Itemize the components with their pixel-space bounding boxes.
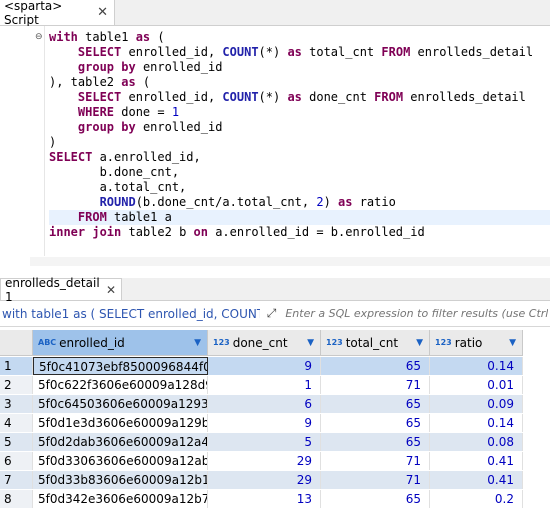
close-icon[interactable]: ✕ <box>97 5 108 20</box>
text-type-icon: ABC <box>38 338 57 347</box>
table-row[interactable]: 2 5f0c622f3606e60009a128d9 1 71 0.01 <box>0 376 523 394</box>
sql-line[interactable]: FROM table1 a <box>49 210 550 225</box>
sql-line[interactable]: b.done_cnt, <box>49 165 550 180</box>
sql-line[interactable]: inner join table2 b on a.enrolled_id = b… <box>49 225 550 240</box>
cell-total-cnt[interactable]: 71 <box>321 471 430 489</box>
cell-total-cnt[interactable]: 65 <box>321 490 430 508</box>
column-label: done_cnt <box>232 335 288 350</box>
cell-done-cnt[interactable]: 29 <box>208 452 321 470</box>
cell-ratio[interactable]: 0.41 <box>430 452 523 470</box>
editor-tabbar: <sparta> Script ✕ <box>0 0 550 27</box>
sql-editor[interactable]: ⊖ with table1 as ( SELECT enrolled_id, C… <box>0 26 550 266</box>
cell-ratio[interactable]: 0.41 <box>430 471 523 489</box>
close-icon[interactable]: ✕ <box>106 283 116 297</box>
sort-icon[interactable]: ▼ <box>509 338 516 348</box>
cell-total-cnt[interactable]: 65 <box>321 395 430 413</box>
script-tab[interactable]: <sparta> Script ✕ <box>0 0 115 27</box>
sort-icon[interactable]: ▼ <box>416 338 423 348</box>
editor-horizontal-scrollbar[interactable] <box>30 257 550 266</box>
sql-line[interactable]: WHERE done = 1 <box>49 105 550 120</box>
fold-toggle-icon[interactable]: ⊖ <box>35 32 43 42</box>
column-header-ratio[interactable]: 123 ratio ▼ <box>430 330 523 356</box>
row-number[interactable]: 7 <box>0 471 33 489</box>
sort-icon[interactable]: ▼ <box>194 338 201 348</box>
cell-enrolled-id[interactable]: 5f0c64503606e60009a1293c <box>33 395 208 413</box>
cell-done-cnt[interactable]: 13 <box>208 490 321 508</box>
table-row[interactable]: 3 5f0c64503606e60009a1293c 6 65 0.09 <box>0 395 523 413</box>
table-row[interactable]: 7 5f0d33b83606e60009a12b1a 29 71 0.41 <box>0 471 523 489</box>
table-row[interactable]: 1 5f0c41073ebf8500096844f0 9 65 0.14 <box>0 357 523 375</box>
number-type-icon: 123 <box>435 338 452 347</box>
cell-done-cnt[interactable]: 1 <box>208 376 321 394</box>
table-row[interactable]: 5 5f0d2dab3606e60009a12a40 5 65 0.08 <box>0 433 523 451</box>
number-type-icon: 123 <box>326 338 343 347</box>
cell-ratio[interactable]: 0.14 <box>430 414 523 432</box>
row-number[interactable]: 3 <box>0 395 33 413</box>
editor-gutter <box>0 26 30 266</box>
grid-corner[interactable] <box>0 330 33 356</box>
column-label: ratio <box>454 335 483 350</box>
sql-line[interactable]: a.total_cnt, <box>49 180 550 195</box>
cell-done-cnt[interactable]: 9 <box>208 357 321 375</box>
column-label: total_cnt <box>345 335 399 350</box>
sql-line[interactable]: ), table2 as ( <box>49 75 550 90</box>
sql-line[interactable]: SELECT a.enrolled_id, <box>49 150 550 165</box>
cell-total-cnt[interactable]: 65 <box>321 433 430 451</box>
expand-icon[interactable]: ⤢ <box>264 306 280 321</box>
number-type-icon: 123 <box>213 338 230 347</box>
results-tabbar: enrolleds_detail 1 ✕ <box>0 276 550 304</box>
table-row[interactable]: 6 5f0d33063606e60009a12aba 29 71 0.41 <box>0 452 523 470</box>
sql-line[interactable]: SELECT enrolled_id, COUNT(*) as done_cnt… <box>49 90 550 105</box>
sql-line[interactable]: ) <box>49 135 550 150</box>
row-number[interactable]: 5 <box>0 433 33 451</box>
filter-input[interactable] <box>283 306 550 321</box>
editor-ruler <box>44 26 45 256</box>
cell-enrolled-id[interactable]: 5f0d2dab3606e60009a12a40 <box>33 433 208 451</box>
cell-done-cnt[interactable]: 6 <box>208 395 321 413</box>
cell-enrolled-id[interactable]: 5f0d33b83606e60009a12b1a <box>33 471 208 489</box>
cell-ratio[interactable]: 0.01 <box>430 376 523 394</box>
sql-code[interactable]: with table1 as ( SELECT enrolled_id, COU… <box>49 30 550 240</box>
row-number[interactable]: 6 <box>0 452 33 470</box>
cell-ratio[interactable]: 0.14 <box>430 357 523 375</box>
cell-ratio[interactable]: 0.09 <box>430 395 523 413</box>
column-label: enrolled_id <box>59 335 125 350</box>
row-number[interactable]: 4 <box>0 414 33 432</box>
script-tab-label: <sparta> Script <box>4 0 63 27</box>
table-row[interactable]: 4 5f0d1e3d3606e60009a129b5 9 65 0.14 <box>0 414 523 432</box>
cell-total-cnt[interactable]: 65 <box>321 357 430 375</box>
sql-line[interactable]: SELECT enrolled_id, COUNT(*) as total_cn… <box>49 45 550 60</box>
row-number[interactable]: 1 <box>0 357 33 375</box>
cell-enrolled-id[interactable]: 5f0d342e3606e60009a12b7a <box>33 490 208 508</box>
cell-ratio[interactable]: 0.2 <box>430 490 523 508</box>
results-grid: ABC enrolled_id ▼ 123 done_cnt ▼ 123 total_cnt ▼… <box>0 330 550 508</box>
table-row[interactable]: 8 5f0d342e3606e60009a12b7a 13 65 0.2 <box>0 490 523 508</box>
sql-line[interactable]: group by enrolled_id <box>49 60 550 75</box>
cell-done-cnt[interactable]: 29 <box>208 471 321 489</box>
query-text: with table1 as ( SELECT enrolled_id, COU… <box>2 306 260 321</box>
filter-bar: with table1 as ( SELECT enrolled_id, COU… <box>0 301 550 327</box>
results-tab[interactable]: enrolleds_detail 1 ✕ <box>0 276 122 304</box>
cell-total-cnt[interactable]: 65 <box>321 414 430 432</box>
cell-total-cnt[interactable]: 71 <box>321 452 430 470</box>
row-number[interactable]: 2 <box>0 376 33 394</box>
row-number[interactable]: 8 <box>0 490 33 508</box>
sql-line[interactable]: ROUND(b.done_cnt/a.total_cnt, 2) as rati… <box>49 195 550 210</box>
cell-done-cnt[interactable]: 5 <box>208 433 321 451</box>
column-header-done-cnt[interactable]: 123 done_cnt ▼ <box>208 330 321 356</box>
cell-done-cnt[interactable]: 9 <box>208 414 321 432</box>
cell-total-cnt[interactable]: 71 <box>321 376 430 394</box>
cell-enrolled-id[interactable]: 5f0d1e3d3606e60009a129b5 <box>33 414 208 432</box>
cell-enrolled-id[interactable]: 5f0c622f3606e60009a128d9 <box>33 376 208 394</box>
sort-icon[interactable]: ▼ <box>307 338 314 348</box>
results-tab-label: enrolleds_detail 1 <box>5 275 100 304</box>
column-header-enrolled-id[interactable]: ABC enrolled_id ▼ <box>33 330 208 356</box>
sql-line[interactable]: group by enrolled_id <box>49 120 550 135</box>
sql-line[interactable]: with table1 as ( <box>49 30 550 45</box>
cell-ratio[interactable]: 0.08 <box>430 433 523 451</box>
cell-enrolled-id[interactable]: 5f0d33063606e60009a12aba <box>33 452 208 470</box>
column-header-total-cnt[interactable]: 123 total_cnt ▼ <box>321 330 430 356</box>
cell-enrolled-id[interactable]: 5f0c41073ebf8500096844f0 <box>33 357 208 375</box>
